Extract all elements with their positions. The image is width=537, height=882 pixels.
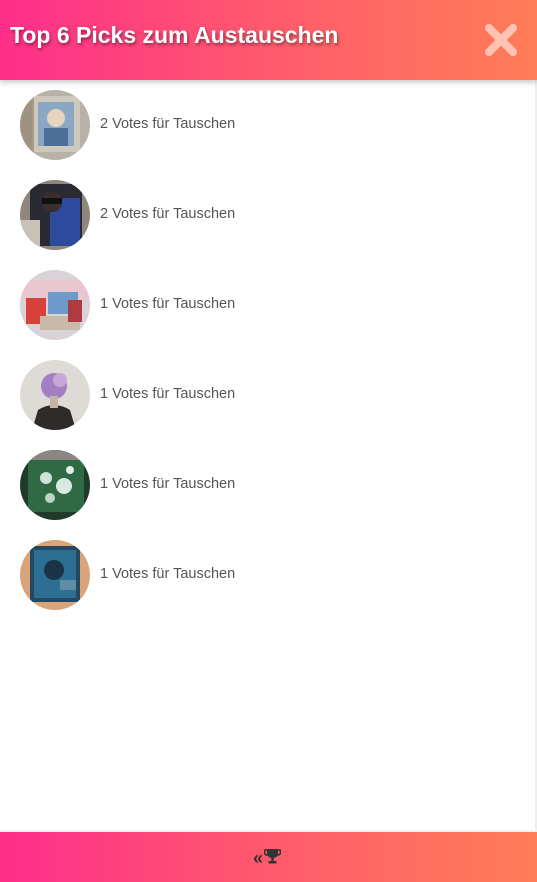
picks-list: 2 Votes für Tauschen 2 Votes für Tausche… bbox=[0, 80, 537, 620]
votes-label: 2 Votes für Tauschen bbox=[100, 206, 236, 222]
votes-label: 1 Votes für Tauschen bbox=[100, 476, 236, 492]
album-avatar bbox=[20, 360, 90, 430]
page-title: Top 6 Picks zum Austauschen bbox=[10, 22, 339, 48]
votes-label: 1 Votes für Tauschen bbox=[100, 296, 236, 312]
votes-label: 1 Votes für Tauschen bbox=[100, 566, 236, 582]
album-avatar bbox=[20, 90, 90, 160]
votes-label: 1 Votes für Tauschen bbox=[100, 386, 236, 402]
album-avatar bbox=[20, 270, 90, 340]
album-avatar bbox=[20, 180, 90, 250]
list-item[interactable]: 1 Votes für Tauschen bbox=[0, 440, 537, 530]
double-chevron-left-icon: « bbox=[253, 848, 264, 868]
list-item[interactable]: 2 Votes für Tauschen bbox=[0, 170, 537, 260]
leaderboard-back-button[interactable]: « bbox=[253, 848, 282, 869]
header-bar: Top 6 Picks zum Austauschen bbox=[0, 0, 537, 80]
album-avatar bbox=[20, 450, 90, 520]
close-button[interactable] bbox=[483, 22, 519, 58]
list-item[interactable]: 1 Votes für Tauschen bbox=[0, 530, 537, 620]
list-item[interactable]: 1 Votes für Tauschen bbox=[0, 350, 537, 440]
list-item[interactable]: 2 Votes für Tauschen bbox=[0, 80, 537, 170]
footer-bar: « bbox=[0, 830, 537, 882]
list-item[interactable]: 1 Votes für Tauschen bbox=[0, 260, 537, 350]
votes-label: 2 Votes für Tauschen bbox=[100, 116, 236, 132]
album-avatar bbox=[20, 540, 90, 610]
close-icon bbox=[483, 22, 519, 58]
trophy-icon bbox=[263, 848, 282, 869]
